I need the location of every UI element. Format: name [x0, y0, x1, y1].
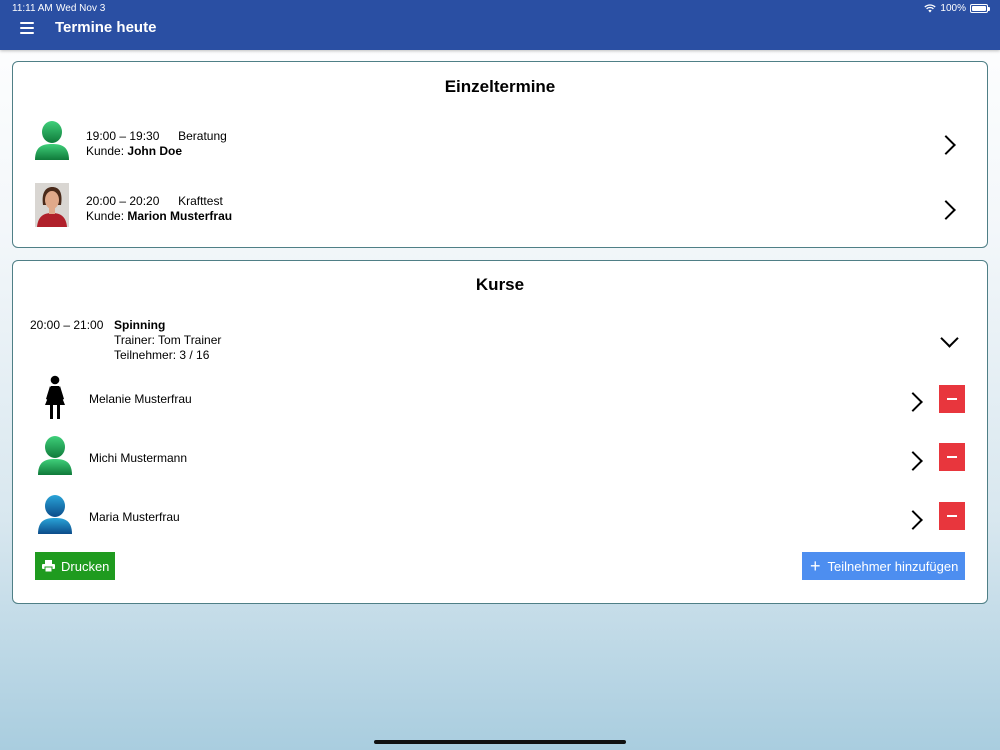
- appointment-type: Krafttest: [178, 194, 223, 208]
- appointment-row[interactable]: 19:00 – 19:30 Beratung Kunde: John Doe: [13, 117, 987, 167]
- kurse-card: Kurse 20:00 – 21:00 Spinning Trainer: To…: [12, 260, 988, 604]
- chevron-right-icon[interactable]: [903, 451, 923, 471]
- chevron-right-icon[interactable]: [936, 135, 956, 155]
- customer-label: Kunde:: [86, 144, 125, 158]
- appointment-details: 20:00 – 20:20 Krafttest Kunde: Marion Mu…: [86, 194, 232, 224]
- remove-participant-button[interactable]: [939, 385, 965, 413]
- participant-name: Melanie Musterfrau: [89, 392, 192, 406]
- kurse-title: Kurse: [475, 275, 525, 294]
- female-figure-icon: [45, 375, 65, 419]
- course-time: 20:00 – 21:00: [30, 318, 104, 332]
- participant-name: Maria Musterfrau: [89, 510, 180, 524]
- course-details: Spinning Trainer: Tom Trainer Teilnehmer…: [114, 318, 221, 363]
- page-title: Termine heute: [55, 19, 157, 36]
- course-name: Spinning: [114, 318, 166, 332]
- wifi-icon: [924, 4, 937, 13]
- green-person-icon: [35, 121, 69, 160]
- print-button-label: Drucken: [61, 558, 110, 574]
- home-indicator: [374, 740, 626, 744]
- appointment-time: 20:00 – 20:20: [86, 194, 160, 208]
- appointment-details: 19:00 – 19:30 Beratung Kunde: John Doe: [86, 129, 227, 159]
- customer-name: John Doe: [127, 144, 183, 158]
- blue-person-icon: [38, 495, 72, 534]
- chevron-down-icon[interactable]: [940, 329, 959, 348]
- hamburger-menu-icon[interactable]: [20, 20, 36, 34]
- remove-participant-button[interactable]: [939, 502, 965, 530]
- battery-icon: [970, 4, 990, 13]
- course-trainer: Trainer: Tom Trainer: [114, 333, 222, 347]
- appointment-row[interactable]: 20:00 – 20:20 Krafttest Kunde: Marion Mu…: [13, 182, 987, 232]
- course-row[interactable]: 20:00 – 21:00 Spinning Trainer: Tom Trai…: [13, 316, 987, 366]
- participant-name: Michi Mustermann: [89, 451, 188, 465]
- top-bar: 11:11 AM Wed Nov 3 100% Termine heute: [0, 0, 1000, 50]
- customer-name: Marion Musterfrau: [127, 209, 233, 223]
- einzeltermine-title: Einzeltermine: [444, 77, 556, 96]
- participant-row[interactable]: Michi Mustermann: [13, 433, 987, 481]
- printer-icon: [42, 560, 55, 572]
- chevron-right-icon[interactable]: [936, 200, 956, 220]
- chevron-right-icon[interactable]: [903, 392, 923, 412]
- photo-avatar: [35, 183, 69, 227]
- einzeltermine-card: Einzeltermine 19:00 – 19:30 Beratung Kun…: [12, 61, 988, 248]
- battery-percent: 100%: [940, 3, 966, 14]
- green-person-icon: [38, 436, 72, 475]
- appointment-time: 19:00 – 19:30: [86, 129, 160, 143]
- add-participant-label: Teilnehmer hinzufügen: [827, 558, 959, 574]
- status-time: 11:11 AM: [12, 3, 53, 14]
- course-participants: Teilnehmer: 3 / 16: [114, 348, 210, 362]
- status-right: 100%: [924, 3, 990, 14]
- print-button[interactable]: Drucken: [35, 552, 115, 580]
- plus-icon: +: [810, 556, 821, 576]
- status-date: Wed Nov 3: [56, 3, 106, 14]
- remove-participant-button[interactable]: [939, 443, 965, 471]
- participant-row[interactable]: Maria Musterfrau: [13, 492, 987, 540]
- appointment-type: Beratung: [178, 129, 227, 143]
- participant-row[interactable]: Melanie Musterfrau: [13, 374, 987, 422]
- chevron-right-icon[interactable]: [903, 510, 923, 530]
- add-participant-button[interactable]: + Teilnehmer hinzufügen: [802, 552, 965, 580]
- customer-label: Kunde:: [86, 209, 125, 223]
